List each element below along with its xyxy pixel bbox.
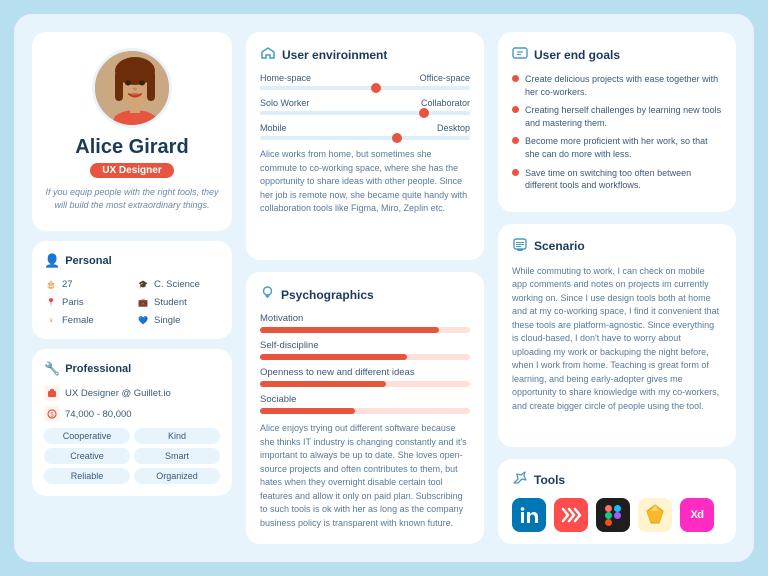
company-icon: [44, 385, 60, 401]
gender-item: ♀ Female: [44, 313, 128, 327]
profile-card: Alice Girard UX Designer If you equip pe…: [32, 32, 232, 231]
tags-grid: Cooperative Kind Creative Smart Reliable…: [44, 428, 220, 484]
company-item: UX Designer @ Guillet.io: [44, 385, 220, 401]
age-item: 🎂 27: [44, 277, 128, 291]
profile-name: Alice Girard: [75, 136, 188, 159]
personal-grid: 🎂 27 🎓 C. Science 📍 Paris 💼 Student ♀: [44, 277, 220, 327]
scenario-title: Scenario: [512, 238, 722, 255]
tool-figma: [596, 498, 630, 532]
env-description: Alice works from home, but sometimes she…: [260, 148, 470, 216]
location-item: 📍 Paris: [44, 295, 128, 309]
goal-dot-4: [512, 169, 519, 176]
slider-dot-3: [392, 133, 402, 143]
salary-icon: $: [44, 406, 60, 422]
professional-title: 🔧 Professional: [44, 361, 220, 377]
psychographics-card: Psychographics Motivation Self-disciplin…: [246, 272, 484, 544]
status-item: 💙 Single: [136, 313, 220, 327]
briefcase-icon: 🔧: [44, 361, 60, 377]
env-title: User enviroinment: [260, 46, 470, 63]
psycho-icon: [260, 286, 275, 303]
tag-kind: Kind: [134, 428, 220, 444]
goal-3: Become more proficient with her work, so…: [512, 135, 722, 160]
slider-home-office: Home-space Office-space: [260, 73, 470, 90]
main-card: Alice Girard UX Designer If you equip pe…: [14, 14, 754, 562]
field-item: 🎓 C. Science: [136, 277, 220, 291]
location-icon: 📍: [44, 295, 58, 309]
goals-icon: [512, 46, 528, 63]
right-column: User end goals Create delicious projects…: [498, 32, 736, 544]
tag-reliable: Reliable: [44, 468, 130, 484]
scenario-text: While commuting to work, I can check on …: [512, 265, 722, 414]
salary-item: $ 74,000 - 80,000: [44, 406, 220, 422]
psycho-description: Alice enjoys trying out different softwa…: [260, 422, 470, 530]
field-icon: 🎓: [136, 277, 150, 291]
goal-2: Creating herself challenges by learning …: [512, 104, 722, 129]
age-icon: 🎂: [44, 277, 58, 291]
tag-creative: Creative: [44, 448, 130, 464]
role-badge: UX Designer: [90, 163, 173, 178]
goal-dot-2: [512, 106, 519, 113]
scenario-icon: [512, 238, 528, 255]
tag-cooperative: Cooperative: [44, 428, 130, 444]
goals-card: User end goals Create delicious projects…: [498, 32, 736, 212]
slider-mobile-desktop: Mobile Desktop: [260, 123, 470, 140]
tag-smart: Smart: [134, 448, 220, 464]
avatar: [92, 48, 172, 128]
slider-dot-1: [371, 83, 381, 93]
heart-icon: 💙: [136, 313, 150, 327]
occupation-icon: 💼: [136, 295, 150, 309]
tools-icon: [512, 471, 528, 488]
tools-icons-list: Xd: [512, 498, 722, 532]
environment-card: User enviroinment Home-space Office-spac…: [246, 32, 484, 260]
slider-solo-collab: Solo Worker Collaborator: [260, 98, 470, 115]
tag-organized: Organized: [134, 468, 220, 484]
psych-bar-sociable: Sociable: [260, 394, 470, 414]
slider-dot-2: [419, 108, 429, 118]
psych-bar-motivation: Motivation: [260, 313, 470, 333]
env-icon: [260, 46, 276, 63]
personal-section: 👤 Personal 🎂 27 🎓 C. Science 📍 Paris 💼: [32, 241, 232, 339]
tool-linkedin: [512, 498, 546, 532]
middle-column: User enviroinment Home-space Office-spac…: [246, 32, 484, 544]
psych-bar-openness: Openness to new and different ideas: [260, 367, 470, 387]
tools-card: Tools: [498, 459, 736, 544]
tool-miro: [554, 498, 588, 532]
personal-title: 👤 Personal: [44, 253, 220, 269]
psycho-title: Psychographics: [260, 286, 470, 303]
professional-section: 🔧 Professional UX Designer @ Guillet.io …: [32, 349, 232, 496]
tool-sketch: [638, 498, 672, 532]
goal-1: Create delicious projects with ease toge…: [512, 73, 722, 98]
profile-tagline: If you equip people with the right tools…: [44, 186, 220, 211]
tool-adobe-xd: Xd: [680, 498, 714, 532]
goals-title: User end goals: [512, 46, 722, 63]
tools-title: Tools: [512, 471, 722, 488]
person-icon: 👤: [44, 253, 60, 269]
left-column: Alice Girard UX Designer If you equip pe…: [32, 32, 232, 544]
goal-dot-1: [512, 75, 519, 82]
goal-dot-3: [512, 137, 519, 144]
scenario-card: Scenario While commuting to work, I can …: [498, 224, 736, 447]
goal-4: Save time on switching too often between…: [512, 167, 722, 192]
occupation-item: 💼 Student: [136, 295, 220, 309]
gender-icon: ♀: [44, 313, 58, 327]
psych-bar-discipline: Self-discipline: [260, 340, 470, 360]
